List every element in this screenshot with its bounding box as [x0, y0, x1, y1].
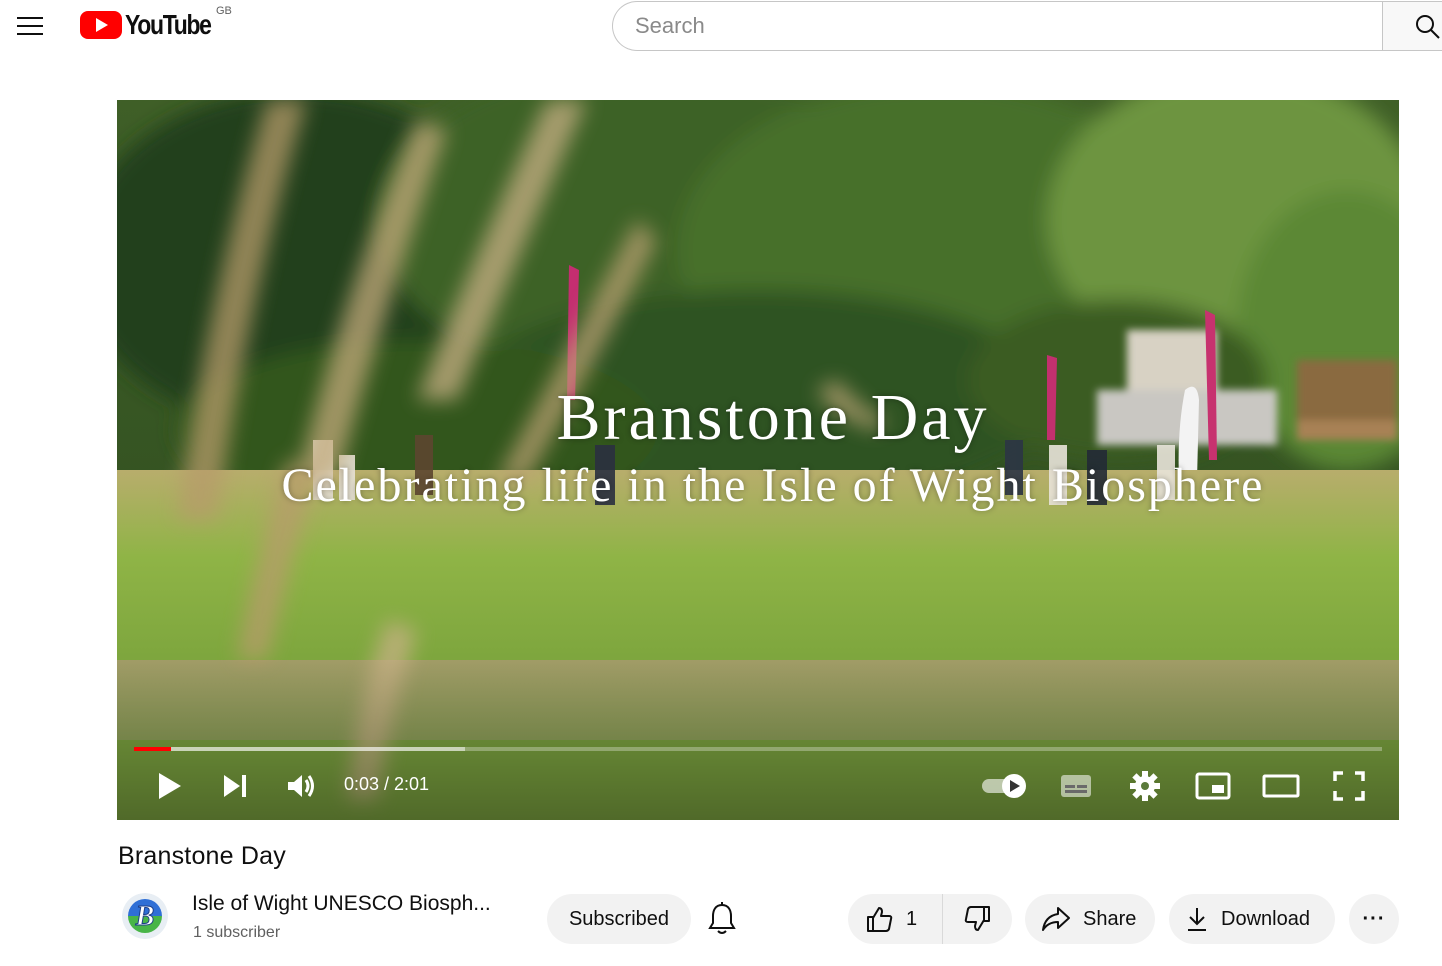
time-display: 0:03 / 2:01 [344, 774, 430, 794]
gear-icon [1130, 771, 1160, 801]
fullscreen-button[interactable] [1329, 768, 1369, 804]
more-actions-label: ··· [1362, 907, 1386, 930]
subscriber-count: 1 subscriber [193, 924, 281, 941]
share-button[interactable]: Share [1025, 894, 1155, 944]
notification-bell-button[interactable] [704, 900, 740, 938]
theater-mode-icon [1262, 774, 1300, 798]
search-input[interactable] [635, 2, 1355, 50]
country-code: GB [216, 5, 232, 17]
theater-mode-button[interactable] [1261, 768, 1301, 804]
hamburger-menu-icon [17, 17, 43, 19]
download-icon [1188, 908, 1206, 931]
share-label: Share [1083, 907, 1137, 930]
autoplay-toggle-icon [982, 774, 1026, 798]
mute-button[interactable] [283, 768, 319, 804]
logo-text: YouTube [125, 9, 212, 40]
youtube-logo[interactable]: YouTube [80, 8, 229, 42]
like-button[interactable]: 1 [848, 894, 942, 944]
settings-button[interactable] [1125, 768, 1165, 804]
search-box [612, 1, 1382, 51]
youtube-play-logo-icon [80, 11, 122, 39]
thumbs-up-icon [867, 907, 893, 932]
avatar-letter: B [135, 901, 155, 932]
channel-avatar[interactable]: B [122, 893, 168, 939]
video-player[interactable]: Branstone Day Celebrating life in the Is… [117, 100, 1399, 820]
thumbs-down-icon [964, 906, 990, 931]
channel-logo-icon: B [122, 893, 168, 939]
play-icon [159, 773, 181, 799]
video-overlay-subtitle: Celebrating life in the Isle of Wight Bi… [281, 459, 1265, 512]
progress-played [134, 747, 171, 751]
subscribed-button[interactable]: Subscribed [547, 894, 691, 944]
more-actions-button[interactable]: ··· [1349, 894, 1399, 944]
video-title: Branstone Day [118, 842, 286, 870]
search-icon [1416, 15, 1440, 39]
fullscreen-icon [1333, 771, 1365, 801]
play-button[interactable] [151, 768, 187, 804]
next-button[interactable] [217, 768, 253, 804]
dislike-button[interactable] [942, 894, 1012, 944]
like-dislike-group: 1 [848, 894, 1012, 944]
miniplayer-icon [1195, 772, 1231, 800]
download-label: Download [1221, 907, 1310, 930]
channel-name-link[interactable]: Isle of Wight UNESCO Biosph... [192, 892, 491, 916]
progress-bar[interactable] [134, 747, 1382, 751]
bell-icon [708, 902, 736, 934]
next-icon [224, 775, 246, 797]
subtitles-icon [1061, 775, 1091, 797]
share-icon [1042, 907, 1070, 931]
download-button[interactable]: Download [1169, 894, 1335, 944]
search-button[interactable] [1382, 1, 1442, 51]
miniplayer-button[interactable] [1193, 768, 1233, 804]
video-overlay-title: Branstone Day [556, 381, 990, 454]
volume-icon [288, 775, 314, 797]
like-count: 1 [906, 907, 918, 930]
menu-button[interactable] [14, 12, 48, 40]
progress-buffered [134, 747, 465, 751]
subtitles-button[interactable] [1056, 768, 1096, 804]
autoplay-toggle[interactable] [977, 768, 1031, 804]
